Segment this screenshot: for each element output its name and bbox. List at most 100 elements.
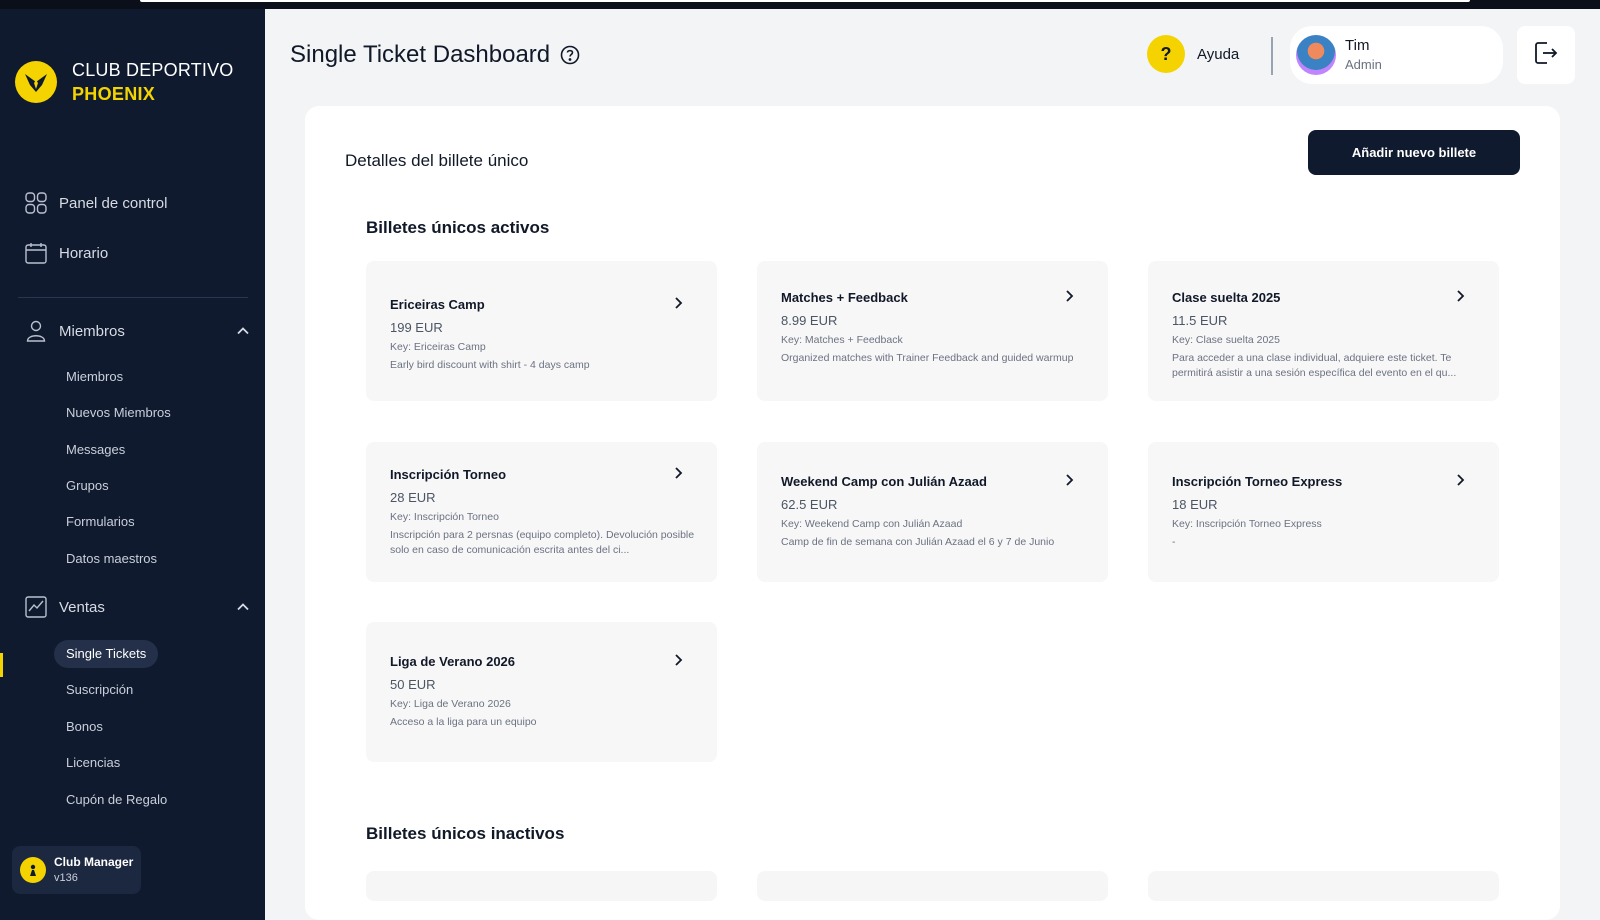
ticket-card[interactable]: Liga de Verano 2026 50 EUR Key: Liga de … (366, 622, 717, 762)
active-tickets-title: Billetes únicos activos (366, 218, 550, 237)
nav-members-item[interactable]: Miembros (54, 363, 135, 391)
browser-top-strip (0, 0, 1600, 9)
chevron-right-icon (1453, 289, 1467, 303)
inactive-ticket-card (757, 871, 1108, 901)
ticket-title: Clase suelta 2025 (1172, 290, 1281, 305)
user-icon (25, 320, 47, 342)
logout-icon (1533, 40, 1559, 71)
ticket-title: Weekend Camp con Julián Azaad (781, 474, 987, 489)
ticket-price: 199 EUR (390, 320, 443, 335)
brand-line-2: PHOENIX (72, 84, 156, 104)
nav-divider (18, 297, 248, 298)
chevron-right-icon (671, 466, 685, 480)
help-label: Ayuda (1197, 45, 1240, 63)
user-role: Admin (1345, 57, 1382, 72)
nav-section-sales[interactable]: Ventas (25, 596, 250, 618)
ticket-description: Early bird discount with shirt - 4 days … (390, 359, 590, 371)
nav-single-tickets-item[interactable]: Single Tickets (54, 640, 159, 668)
nav-gift-coupon-item[interactable]: Cupón de Regalo (54, 786, 179, 814)
club-manager-name: Club Manager (54, 855, 134, 869)
ticket-title: Ericeiras Camp (390, 297, 485, 312)
ticket-price: 11.5 EUR (1172, 313, 1228, 328)
chevron-right-icon (1453, 473, 1467, 487)
inactive-ticket-card (366, 871, 717, 901)
nav-master-data-item[interactable]: Datos maestros (54, 545, 169, 573)
ticket-title: Matches + Feedback (781, 290, 908, 305)
ticket-card[interactable]: Inscripción Torneo 28 EUR Key: Inscripci… (366, 442, 717, 582)
ticket-description: Organized matches with Trainer Feedback … (781, 352, 1074, 364)
brand-line-1: CLUB DEPORTIVO (72, 60, 234, 80)
ticket-price: 50 EUR (390, 677, 436, 692)
active-nav-marker (0, 653, 3, 677)
chevron-up-icon[interactable] (236, 600, 250, 614)
nav-dashboard-label: Panel de control (59, 194, 168, 212)
ticket-key: Key: Weekend Camp con Julián Azaad (781, 518, 963, 530)
page-title: Single Ticket Dashboard (290, 41, 580, 69)
avatar (1296, 35, 1336, 75)
ticket-price: 62.5 EUR (781, 497, 838, 512)
ticket-price: 8.99 EUR (781, 313, 838, 328)
nav-messages-item[interactable]: Messages (54, 436, 137, 464)
ticket-price: 28 EUR (390, 490, 436, 505)
add-ticket-button[interactable]: Añadir nuevo billete (1308, 130, 1520, 175)
help-circle-icon[interactable] (560, 45, 580, 65)
ticket-card[interactable]: Ericeiras Camp 199 EUR Key: Ericeiras Ca… (366, 261, 717, 401)
ticket-price: 18 EUR (1172, 497, 1218, 512)
ticket-description: Camp de fin de semana con Julián Azaad e… (781, 536, 1055, 548)
chevron-right-icon (671, 296, 685, 310)
nav-section-sales-label: Ventas (59, 598, 105, 616)
sidebar: CLUB DEPORTIVO PHOENIX Panel de control … (0, 9, 265, 920)
user-name: Tim (1345, 37, 1370, 54)
panel-title: Detalles del billete único (345, 151, 529, 170)
chart-icon (25, 596, 47, 618)
page-title-text: Single Ticket Dashboard (290, 41, 551, 68)
calendar-icon (25, 242, 47, 264)
club-logo[interactable]: CLUB DEPORTIVO PHOENIX (15, 58, 234, 106)
chevron-right-icon (1062, 289, 1076, 303)
phoenix-logo-icon (15, 61, 57, 103)
chevron-right-icon (671, 653, 685, 667)
main-area: Single Ticket Dashboard ? Ayuda Tim Admi… (265, 9, 1600, 920)
ticket-description: Acceso a la liga para un equipo (390, 716, 537, 728)
ticket-card[interactable]: Weekend Camp con Julián Azaad 62.5 EUR K… (757, 442, 1108, 582)
club-manager-version: v136 (54, 872, 78, 884)
help-button[interactable]: ? Ayuda (1147, 35, 1239, 73)
ticket-key: Key: Inscripción Torneo (390, 511, 499, 523)
nav-groups-item[interactable]: Grupos (54, 472, 121, 500)
ticket-card[interactable]: Clase suelta 2025 11.5 EUR Key: Clase su… (1148, 261, 1499, 401)
user-menu[interactable]: Tim Admin (1290, 26, 1503, 84)
ticket-title: Inscripción Torneo (390, 467, 507, 482)
nav-vouchers-item[interactable]: Bonos (54, 713, 115, 741)
ticket-title: Inscripción Torneo Express (1172, 474, 1343, 489)
ticket-description: Inscripción para 2 persnas (equipo compl… (390, 529, 695, 556)
nav-forms-item[interactable]: Formularios (54, 508, 147, 536)
nav-new-members-item[interactable]: Nuevos Miembros (54, 399, 183, 427)
tickets-panel: Detalles del billete único Añadir nuevo … (305, 106, 1560, 920)
nav-schedule[interactable]: Horario (25, 242, 108, 264)
chevron-right-icon (1062, 473, 1076, 487)
ticket-description: - (1172, 536, 1176, 548)
question-mark-icon: ? (1147, 35, 1185, 73)
ticket-key: Key: Clase suelta 2025 (1172, 334, 1280, 346)
ticket-key: Key: Inscripción Torneo Express (1172, 518, 1322, 530)
nav-licenses-item[interactable]: Licencias (54, 749, 132, 777)
nav-schedule-label: Horario (59, 244, 109, 262)
nav-section-members[interactable]: Miembros (25, 320, 250, 342)
grid-icon (25, 192, 47, 214)
nav-subscription-item[interactable]: Suscripción (54, 676, 145, 704)
club-manager-icon (20, 857, 46, 883)
inactive-tickets-title: Billetes únicos inactivos (366, 824, 565, 843)
nav-dashboard[interactable]: Panel de control (25, 192, 167, 214)
ticket-key: Key: Liga de Verano 2026 (390, 698, 511, 710)
logout-button[interactable] (1517, 26, 1575, 84)
inactive-ticket-card (1148, 871, 1499, 901)
ticket-card[interactable]: Matches + Feedback 8.99 EUR Key: Matches… (757, 261, 1108, 401)
ticket-card[interactable]: Inscripción Torneo Express 18 EUR Key: I… (1148, 442, 1499, 582)
ticket-key: Key: Matches + Feedback (781, 334, 903, 346)
ticket-title: Liga de Verano 2026 (390, 654, 516, 669)
club-manager-badge[interactable]: Club Manager v136 (12, 846, 141, 894)
ticket-description: Para acceder a una clase individual, adq… (1172, 352, 1457, 379)
browser-top-strip-inner (140, 0, 1470, 2)
chevron-up-icon[interactable] (236, 324, 250, 338)
ticket-key: Key: Ericeiras Camp (390, 341, 486, 353)
